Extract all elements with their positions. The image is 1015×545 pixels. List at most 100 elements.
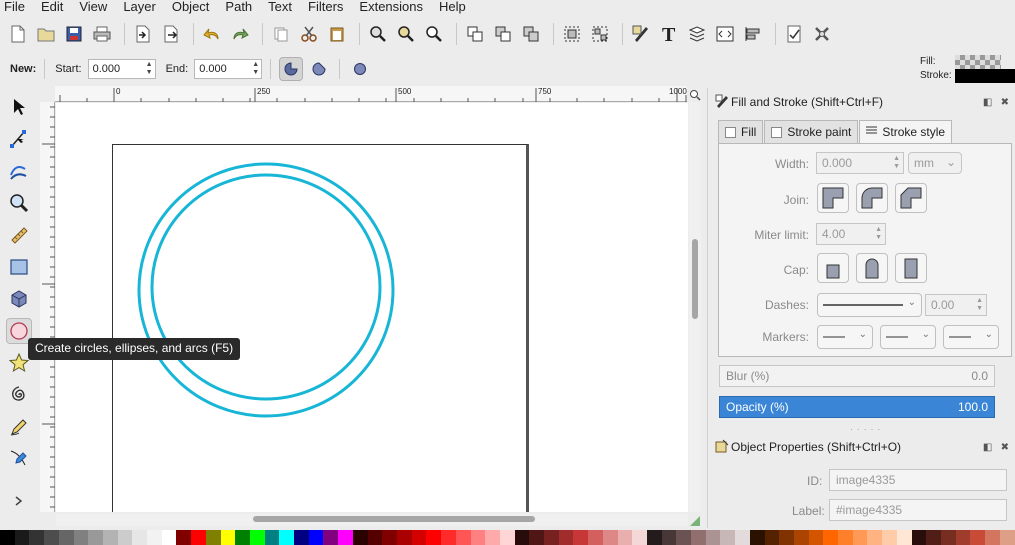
spin-arrows-icon[interactable]: ▲ ▼: [976, 297, 983, 313]
palette-swatch[interactable]: [249, 530, 265, 545]
tab-stroke-paint[interactable]: Stroke paint: [764, 120, 859, 143]
zoom-tool-icon[interactable]: [6, 190, 32, 216]
make-whole-icon[interactable]: [348, 57, 372, 81]
miter-join-button[interactable]: [817, 183, 849, 213]
spin-arrows-icon[interactable]: ▲ ▼: [146, 61, 153, 77]
palette-swatch[interactable]: [426, 530, 442, 545]
slice-type-icon[interactable]: [279, 57, 304, 81]
measure-tool-icon[interactable]: [6, 222, 32, 248]
redo-icon[interactable]: [228, 22, 252, 46]
align-icon[interactable]: [741, 22, 765, 46]
tweak-tool-icon[interactable]: [6, 158, 32, 184]
vertical-ruler[interactable]: [40, 102, 55, 512]
palette-swatch[interactable]: [382, 530, 397, 545]
width-input[interactable]: 0.000 ▲ ▼: [816, 152, 904, 174]
palette-swatch[interactable]: [220, 530, 236, 545]
palette-swatch[interactable]: [955, 530, 971, 545]
clone-icon[interactable]: [491, 22, 515, 46]
palette-swatch[interactable]: [205, 530, 221, 545]
spin-arrows-icon[interactable]: ▲ ▼: [875, 226, 882, 242]
dash-pattern-select[interactable]: ⌄: [817, 293, 922, 317]
start-angle-input[interactable]: 0.000 ▲ ▼: [87, 59, 156, 79]
undo-icon[interactable]: [200, 22, 224, 46]
butt-cap-button[interactable]: [817, 253, 849, 283]
dock-handle[interactable]: [707, 88, 713, 528]
close-icon[interactable]: ✖: [1001, 97, 1009, 108]
color-manage-icon[interactable]: [690, 514, 700, 526]
palette-swatch[interactable]: [632, 530, 647, 545]
rectangle-tool-icon[interactable]: [6, 254, 32, 280]
palette-swatch[interactable]: [588, 530, 603, 545]
palette-swatch[interactable]: [191, 530, 206, 545]
palette-swatch[interactable]: [29, 530, 45, 545]
arc-type-icon[interactable]: [307, 57, 331, 81]
palette-swatch[interactable]: [264, 530, 280, 545]
text-font-icon[interactable]: T: [657, 22, 681, 46]
palette-swatch[interactable]: [367, 530, 383, 545]
menu-object[interactable]: Object: [164, 0, 218, 14]
menu-file[interactable]: File: [0, 0, 33, 14]
palette-swatch[interactable]: [808, 530, 824, 545]
palette-swatch[interactable]: [161, 530, 177, 545]
palette-swatch[interactable]: [0, 530, 15, 545]
vertical-scrollbar[interactable]: [689, 102, 701, 512]
horizontal-scrollbar[interactable]: [56, 514, 688, 526]
unit-select[interactable]: mm ⌄: [908, 152, 962, 174]
start-marker-select[interactable]: ⌄: [817, 325, 873, 349]
horizontal-scroll-thumb[interactable]: [253, 516, 535, 522]
palette-swatch[interactable]: [485, 530, 500, 545]
pen-tool-icon[interactable]: [6, 446, 32, 472]
stroke-swatch[interactable]: [955, 69, 1015, 83]
palette-swatch[interactable]: [102, 530, 118, 545]
palette-swatch[interactable]: [823, 530, 839, 545]
palette-swatch[interactable]: [852, 530, 868, 545]
unlink-clone-icon[interactable]: [519, 22, 543, 46]
palette-swatch[interactable]: [352, 530, 368, 545]
palette-swatch[interactable]: [499, 530, 515, 545]
group-icon[interactable]: [560, 22, 584, 46]
palette-swatch[interactable]: [279, 530, 295, 545]
opacity-slider[interactable]: Opacity (%) 100.0: [719, 396, 995, 418]
document-properties-icon[interactable]: [782, 22, 806, 46]
iconify-icon[interactable]: ◧: [983, 97, 992, 108]
cut-icon[interactable]: [297, 22, 321, 46]
palette-swatch[interactable]: [764, 530, 780, 545]
square-cap-button[interactable]: [895, 253, 927, 283]
palette-swatch[interactable]: [514, 530, 530, 545]
spiral-tool-icon[interactable]: [6, 382, 32, 408]
fill-stroke-icon[interactable]: [629, 22, 653, 46]
palette-swatch[interactable]: [941, 530, 956, 545]
xml-editor-icon[interactable]: [713, 22, 737, 46]
menu-text[interactable]: Text: [260, 0, 300, 14]
menu-view[interactable]: View: [71, 0, 115, 14]
import-icon[interactable]: [131, 22, 155, 46]
palette-swatch[interactable]: [617, 530, 633, 545]
palette-swatch[interactable]: [779, 530, 794, 545]
palette-swatch[interactable]: [44, 530, 59, 545]
layers-icon[interactable]: [685, 22, 709, 46]
palette-swatch[interactable]: [176, 530, 192, 545]
palette-swatch[interactable]: [573, 530, 589, 545]
palette-swatch[interactable]: [646, 530, 662, 545]
palette-swatch[interactable]: [411, 530, 427, 545]
spin-arrows-icon[interactable]: ▲ ▼: [252, 61, 259, 77]
palette-swatch[interactable]: [896, 530, 912, 545]
palette-swatch[interactable]: [867, 530, 883, 545]
menu-edit[interactable]: Edit: [33, 0, 71, 14]
panel-resize-handle[interactable]: · · · · ·: [850, 425, 881, 434]
palette-swatch[interactable]: [926, 530, 941, 545]
palette-swatch[interactable]: [294, 530, 309, 545]
id-input[interactable]: image4335: [829, 469, 1007, 491]
ungroup-icon[interactable]: [588, 22, 612, 46]
copy-icon[interactable]: [269, 22, 293, 46]
palette-swatch[interactable]: [720, 530, 736, 545]
palette-swatch[interactable]: [544, 530, 559, 545]
dash-offset-input[interactable]: 0.00 ▲ ▼: [925, 294, 987, 316]
palette-swatch[interactable]: [58, 530, 74, 545]
close-icon[interactable]: ✖: [1001, 442, 1009, 453]
palette-swatch[interactable]: [132, 530, 148, 545]
menu-help[interactable]: Help: [431, 0, 474, 14]
save-icon[interactable]: [62, 22, 86, 46]
zoom-selection-icon[interactable]: [366, 22, 390, 46]
palette-swatch[interactable]: [338, 530, 353, 545]
